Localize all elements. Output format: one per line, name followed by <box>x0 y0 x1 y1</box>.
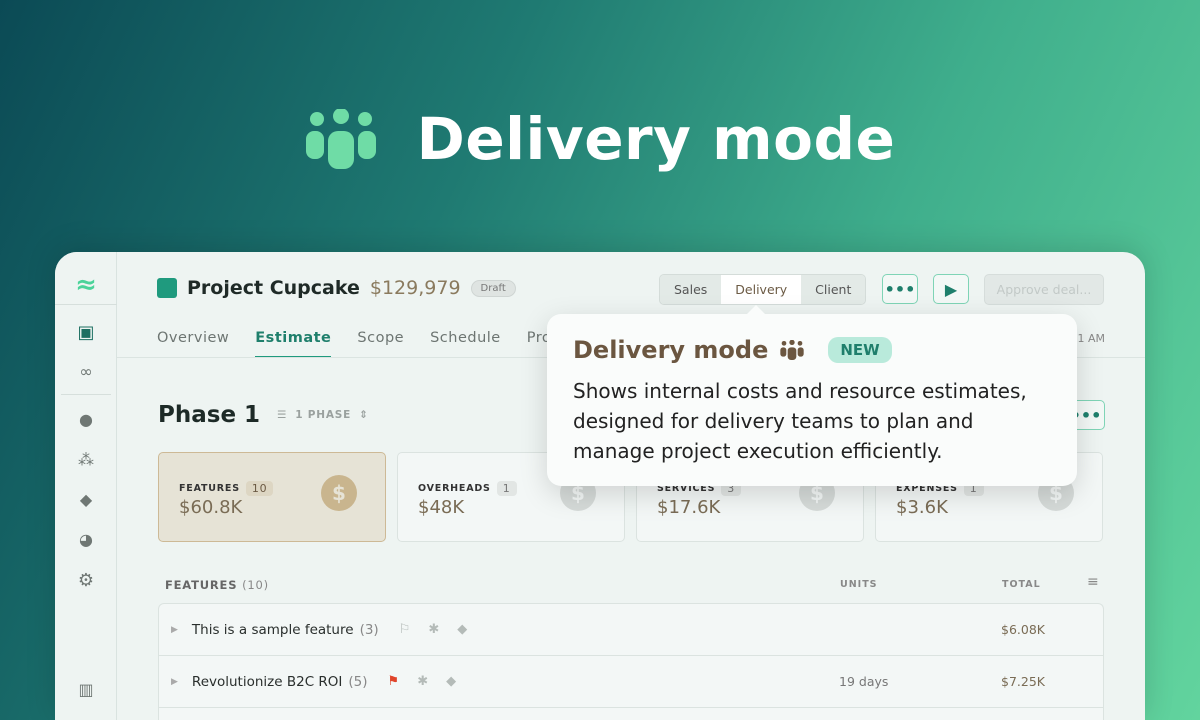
feature-name: This is a sample feature <box>191 621 354 638</box>
chevron-updown-icon: ⇕ <box>359 409 369 421</box>
tab-scope[interactable]: Scope <box>357 330 404 358</box>
feature-count: (3) <box>359 621 379 638</box>
mode-sales[interactable]: Sales <box>660 275 722 304</box>
card-value: $60.8K <box>179 497 243 518</box>
tab-overview[interactable]: Overview <box>157 330 229 358</box>
hero: Delivery mode <box>0 105 1200 173</box>
card-count: 10 <box>245 481 274 496</box>
feature-total: $7.25K <box>1001 674 1045 689</box>
palette-icon[interactable]: ◕ <box>55 530 117 549</box>
card-value: $48K <box>418 497 465 518</box>
flag-icon[interactable]: ⚐ <box>399 622 411 637</box>
tabs: Overview Estimate Scope Schedule Propo <box>157 330 570 358</box>
card-count: 1 <box>496 481 517 496</box>
sidebar: ≈ ▣ ∞ ● ⁂ ◆ ◕ ⚙ ▥ <box>55 252 117 720</box>
people-group-icon <box>780 340 805 360</box>
tab-schedule[interactable]: Schedule <box>430 330 501 358</box>
col-units[interactable]: UNITS <box>840 579 878 590</box>
approve-deal-button[interactable]: Approve deal... <box>984 274 1104 305</box>
asterisk-icon[interactable]: ✱ <box>428 622 439 637</box>
delivery-mode-popover: Delivery mode NEW Shows internal costs a… <box>547 305 1077 486</box>
tag-icon[interactable]: ◆ <box>457 622 467 637</box>
status-badge: Draft <box>470 279 516 297</box>
table-row[interactable]: ▶ This is a sample feature (3) ⚐ ✱ ◆ $6.… <box>159 604 1103 656</box>
table-row[interactable]: ▶ Revolutionize B2C ROI (5) ⚑ ✱ ◆ 19 day… <box>159 656 1103 708</box>
people-group-icon <box>305 109 376 169</box>
mode-switch: Sales Delivery Client <box>659 274 867 305</box>
expand-icon[interactable]: ▶ <box>171 677 178 687</box>
dashboard-add-icon[interactable]: ▣ <box>55 322 117 343</box>
phase-count: 1 PHASE <box>295 409 352 421</box>
tab-estimate[interactable]: Estimate <box>255 330 332 358</box>
logo-icon[interactable]: ≈ <box>55 270 117 300</box>
project-name: Project Cupcake <box>187 277 360 299</box>
mode-client[interactable]: Client <box>801 275 866 304</box>
popover-body: Shows internal costs and resource estima… <box>573 379 1027 463</box>
dollar-wrench-icon: $ <box>321 475 357 511</box>
more-button[interactable]: ••• <box>882 274 918 304</box>
people-group-icon[interactable]: ⁂ <box>55 450 117 469</box>
box-icon[interactable]: ◆ <box>55 490 117 509</box>
phase-selector[interactable]: ☰ 1 PHASE ⇕ <box>277 409 369 421</box>
popover-title: Delivery mode <box>573 336 769 364</box>
card-value: $17.6K <box>657 497 721 518</box>
features-count: (10) <box>242 578 269 592</box>
card-value: $3.6K <box>896 497 948 518</box>
building-icon[interactable]: ▥ <box>55 680 117 699</box>
user-dollar-icon[interactable]: ● <box>55 410 117 429</box>
feature-count: (5) <box>348 673 368 690</box>
expand-icon[interactable]: ▶ <box>171 625 178 635</box>
card-label: OVERHEADS <box>418 483 491 494</box>
gear-icon[interactable]: ⚙ <box>55 570 117 591</box>
features-header: FEATURES (10) <box>165 578 269 592</box>
cake-icon <box>157 278 177 298</box>
list-icon: ☰ <box>277 409 288 421</box>
card-features[interactable]: FEATURES 10 $60.8K $ <box>158 452 386 542</box>
filter-icon[interactable]: ≡ <box>1087 574 1100 590</box>
play-button[interactable]: ▶ <box>933 274 969 304</box>
phase-title: Phase 1 <box>158 402 261 428</box>
col-total[interactable]: TOTAL <box>1002 579 1041 590</box>
feature-name: Revolutionize B2C ROI <box>191 673 343 690</box>
feature-units: 19 days <box>839 674 889 689</box>
asterisk-icon[interactable]: ✱ <box>417 674 428 689</box>
binoculars-icon[interactable]: ∞ <box>55 362 117 381</box>
tag-icon[interactable]: ◆ <box>446 674 456 689</box>
features-title: FEATURES <box>165 578 238 592</box>
feature-total: $6.08K <box>1001 622 1045 637</box>
new-badge: NEW <box>828 337 892 363</box>
project-price: $129,979 <box>369 277 461 299</box>
card-label: FEATURES <box>179 483 240 494</box>
features-table: ▶ This is a sample feature (3) ⚐ ✱ ◆ $6.… <box>158 603 1104 720</box>
project-header: Project Cupcake $129,979 Draft <box>157 277 516 299</box>
mode-delivery[interactable]: Delivery <box>721 275 802 304</box>
flag-icon[interactable]: ⚑ <box>388 674 400 689</box>
hero-title: Delivery mode <box>416 105 896 173</box>
